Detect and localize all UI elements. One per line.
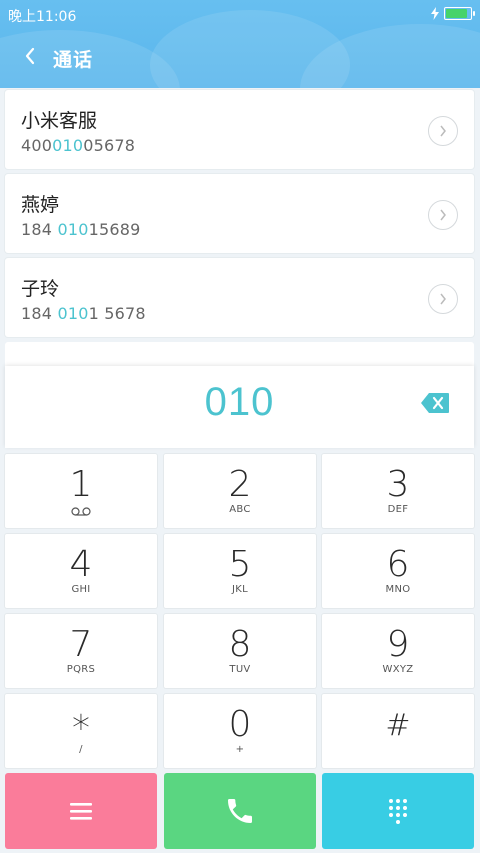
- number-suffix: 05678: [83, 136, 136, 155]
- bolt-icon: [431, 7, 439, 20]
- key-digit: 5: [228, 544, 252, 585]
- contact-number: 40001005678: [21, 136, 135, 155]
- key-letters: WXYZ: [382, 664, 414, 675]
- battery-icon: [444, 7, 475, 20]
- menu-icon: [70, 803, 92, 820]
- key-digit: 8: [228, 624, 252, 665]
- key-digit: 4: [69, 544, 93, 585]
- number-suffix: 15689: [88, 220, 141, 239]
- chevron-right-icon: [440, 209, 446, 221]
- chevron-right-icon: [440, 293, 446, 305]
- key-letters: PQRS: [66, 664, 96, 675]
- contact-item[interactable]: 燕婷 184 01015689: [5, 174, 474, 253]
- contact-number: 184 01015689: [21, 220, 140, 239]
- dial-key-3[interactable]: 3 DEF: [322, 454, 474, 528]
- key-letters: ABC: [229, 504, 251, 515]
- key-letters: +: [235, 744, 245, 755]
- key-letters: DEF: [387, 504, 409, 515]
- contact-name: 燕婷: [21, 194, 60, 216]
- key-letters: MNO: [385, 584, 411, 595]
- dial-key-7[interactable]: 7 PQRS: [5, 614, 157, 688]
- key-digit: 9: [386, 624, 410, 665]
- key-digit: 7: [69, 624, 93, 665]
- backspace-icon: [421, 393, 449, 413]
- dial-key-4[interactable]: 4 GHI: [5, 534, 157, 608]
- dial-key-8[interactable]: 8 TUV: [164, 614, 316, 688]
- contact-item[interactable]: 子玲 184 0101 5678: [5, 258, 474, 337]
- dial-key-6[interactable]: 6 MNO: [322, 534, 474, 608]
- battery-level: [446, 9, 467, 18]
- number-match: 010: [52, 136, 84, 155]
- key-letters: GHI: [71, 584, 91, 595]
- number-match: 010: [57, 304, 89, 323]
- number-match: 010: [57, 220, 89, 239]
- status-time: 晚上11:06: [8, 9, 77, 25]
- key-digit: *: [72, 708, 90, 749]
- key-digit: 0: [228, 704, 252, 745]
- contact-number: 184 0101 5678: [21, 304, 146, 323]
- title-bar: 通话: [0, 40, 480, 76]
- voicemail-icon: [71, 507, 91, 516]
- dial-key-star[interactable]: * /: [5, 694, 157, 768]
- key-digit: 6: [386, 544, 410, 585]
- header: 晚上11:06 通话: [0, 0, 480, 88]
- dial-key-9[interactable]: 9 WXYZ: [322, 614, 474, 688]
- key-letters: /: [79, 744, 83, 755]
- number-suffix: 1 5678: [88, 304, 146, 323]
- phone-icon: [228, 799, 252, 823]
- dial-key-2[interactable]: 2 ABC: [164, 454, 316, 528]
- key-letters: JKL: [232, 584, 248, 595]
- chevron-left-icon: [25, 47, 35, 65]
- page-title: 通话: [53, 49, 94, 71]
- number-display: 010: [5, 366, 474, 448]
- back-button[interactable]: [16, 42, 44, 70]
- dial-key-1[interactable]: 1: [5, 454, 157, 528]
- status-icons: [430, 7, 475, 20]
- key-letters: TUV: [229, 664, 251, 675]
- number-prefix: 184: [21, 304, 58, 323]
- dialpad-icon: [389, 799, 407, 824]
- menu-button[interactable]: [5, 773, 157, 849]
- dial-key-0[interactable]: 0 +: [164, 694, 316, 768]
- contact-detail-button[interactable]: [428, 284, 458, 314]
- number-prefix: 184: [21, 220, 58, 239]
- entered-number: 010: [204, 380, 275, 424]
- backspace-button[interactable]: [420, 392, 450, 414]
- contact-name: 小米客服: [21, 110, 98, 132]
- contact-name: 子玲: [21, 278, 60, 300]
- keypad-toggle-button[interactable]: [322, 773, 474, 849]
- dial-key-hash[interactable]: #: [322, 694, 474, 768]
- call-button[interactable]: [164, 773, 316, 849]
- number-prefix: 400: [21, 136, 53, 155]
- key-digit: 2: [228, 464, 252, 505]
- status-bar: 晚上11:06: [0, 0, 480, 28]
- key-digit: 1: [69, 464, 93, 505]
- key-digit: #: [385, 708, 411, 743]
- dial-key-5[interactable]: 5 JKL: [164, 534, 316, 608]
- contact-detail-button[interactable]: [428, 200, 458, 230]
- chevron-right-icon: [440, 125, 446, 137]
- key-digit: 3: [386, 464, 410, 505]
- contact-item[interactable]: 小米客服 40001005678: [5, 90, 474, 169]
- contact-detail-button[interactable]: [428, 116, 458, 146]
